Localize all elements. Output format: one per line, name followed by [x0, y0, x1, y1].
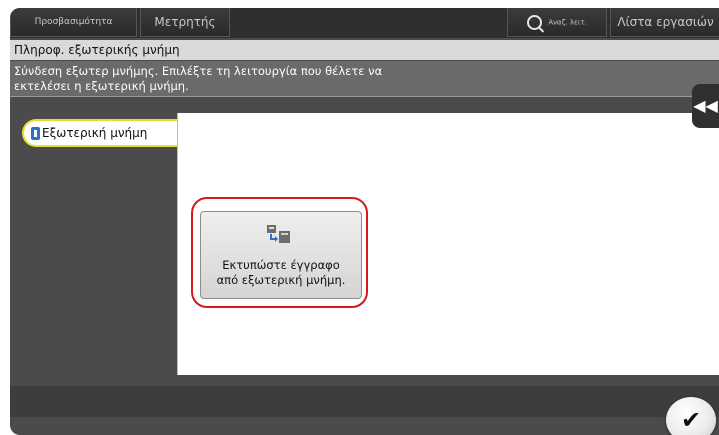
double-chevron-left-icon: ◀◀: [693, 96, 718, 115]
print-button-line-2: από εξωτερική μνήμη.: [216, 273, 346, 287]
device-screen: Προσβασιμότητα Μετρητής Αναζ. λειτ. Λίστ…: [10, 8, 719, 435]
instruction-line-2: εκτελέσει η εξωτερική μνήμη.: [14, 79, 189, 93]
tab-external-memory[interactable]: Εξωτερική μνήμη: [22, 119, 182, 147]
ok-button[interactable]: ✔: [666, 397, 716, 435]
counter-label: Μετρητής: [154, 15, 216, 29]
function-search-label: Αναζ. λειτ.: [548, 18, 587, 27]
top-bar: Προσβασιμότητα Μετρητής Αναζ. λειτ. Λίστ…: [10, 8, 719, 38]
function-search-button[interactable]: Αναζ. λειτ.: [507, 8, 607, 37]
print-from-external-memory-button[interactable]: Εκτυπώστε έγγραφο από εξωτερική μνήμη.: [200, 211, 362, 299]
tab-external-memory-label: Εξωτερική μνήμη: [42, 126, 148, 140]
check-icon: ✔: [680, 406, 702, 434]
search-icon: [527, 15, 543, 30]
usb-drive-icon: [31, 127, 40, 140]
job-list-button[interactable]: Λίστα εργασιών: [610, 8, 719, 37]
job-list-label: Λίστα εργασιών: [617, 15, 714, 29]
page-title: Πληροφ. εξωτερικής μνήμη: [10, 40, 719, 60]
bottom-bar: [10, 386, 719, 417]
accessibility-label: Προσβασιμότητα: [34, 17, 113, 27]
instruction-line-1: Σύνδεση εξωτερ μνήμης. Επιλέξτε τη λειτο…: [14, 64, 383, 78]
counter-button[interactable]: Μετρητής: [140, 8, 230, 37]
print-button-label: Εκτυπώστε έγγραφο από εξωτερική μνήμη.: [201, 258, 361, 288]
collapse-panel-button[interactable]: ◀◀: [692, 84, 719, 128]
print-button-line-1: Εκτυπώστε έγγραφο: [222, 258, 340, 272]
print-from-memory-icon: [267, 225, 290, 243]
accessibility-button[interactable]: Προσβασιμότητα: [10, 8, 137, 37]
instruction-message: Σύνδεση εξωτερ μνήμης. Επιλέξτε τη λειτο…: [10, 61, 719, 97]
